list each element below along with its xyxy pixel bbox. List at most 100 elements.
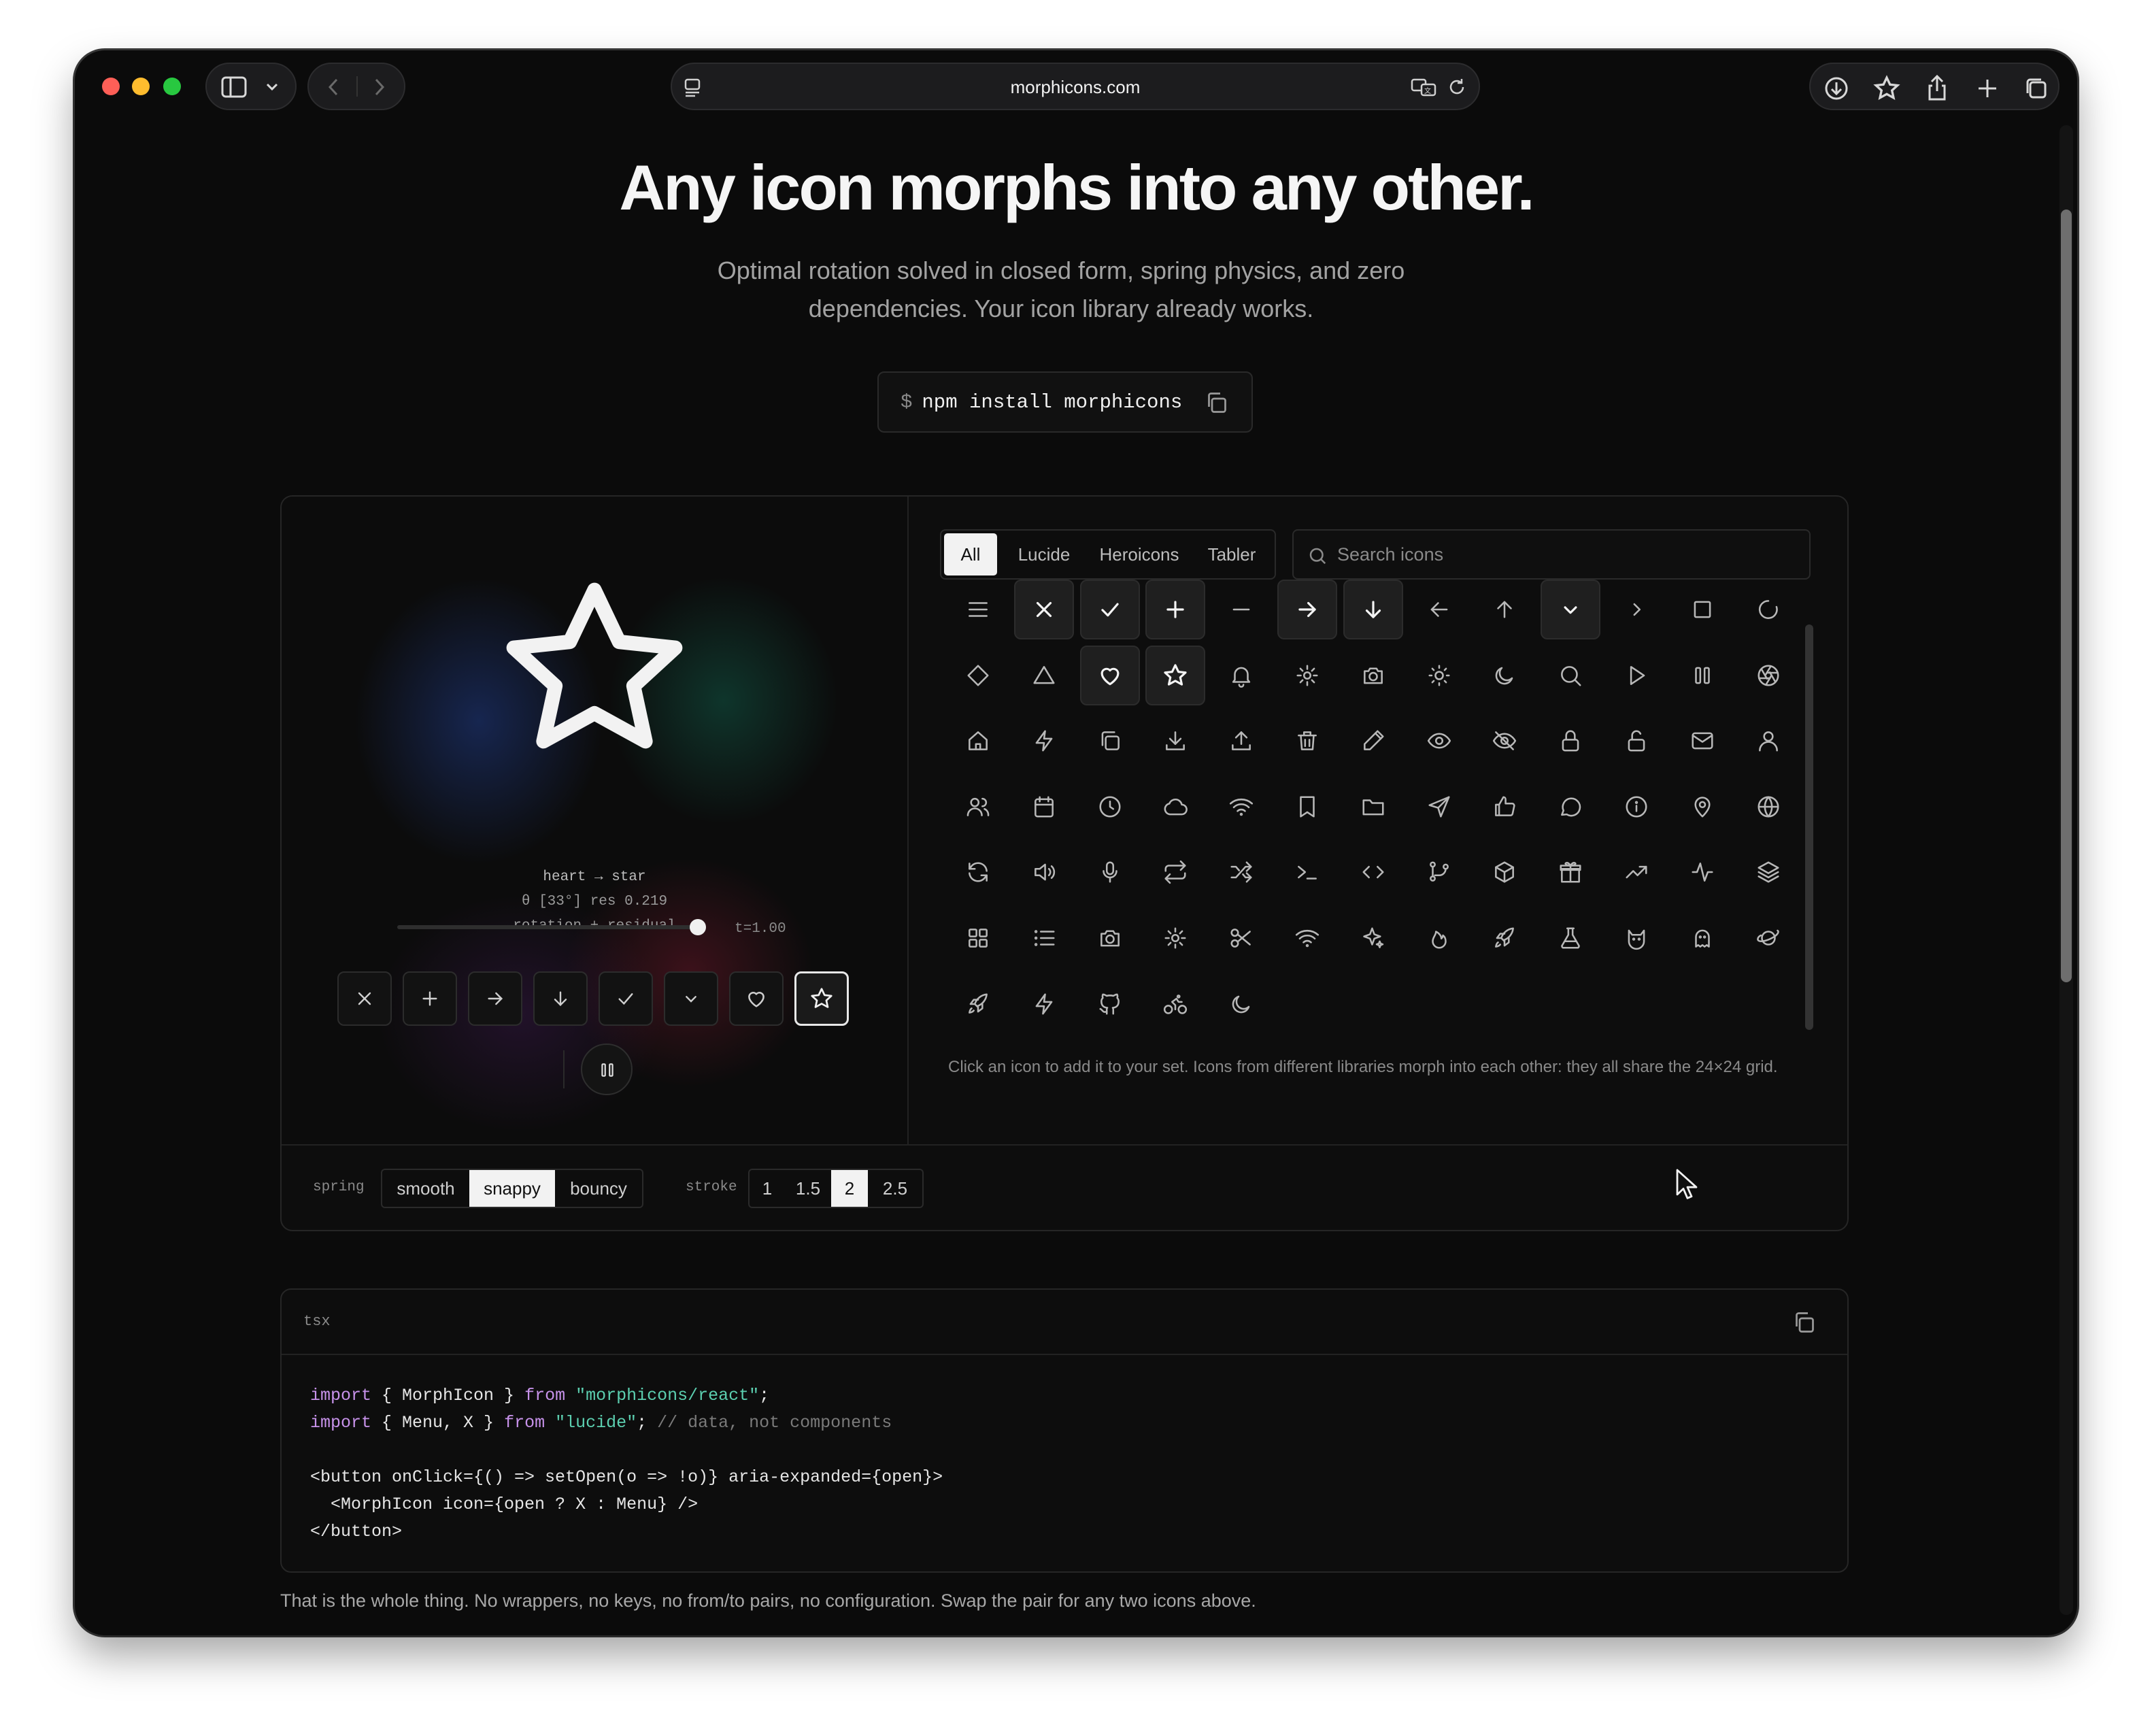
set-chip-plus[interactable] [403,971,457,1026]
grid-cell-arrow-right[interactable] [1277,580,1337,639]
grid-cell-refresh[interactable] [948,842,1008,902]
grid-cell-copy[interactable] [1080,711,1140,771]
search-input[interactable]: Search icons [1337,544,1443,565]
grid-cell-globe[interactable] [1738,777,1798,837]
grid-cell-check[interactable] [1079,580,1140,639]
grid-cell-x[interactable] [1013,580,1074,639]
grid-cell-aperture[interactable] [1738,646,1798,705]
forward-icon[interactable] [370,76,389,98]
page-scrollbar-thumb[interactable] [2061,210,2072,982]
grid-cell-send[interactable] [1409,777,1469,837]
stroke-option-1[interactable]: 1 [750,1170,785,1207]
grid-cell-arrow-left[interactable] [1409,580,1469,639]
url-text[interactable]: morphicons.com [672,77,1479,98]
zoom-window-button[interactable] [163,78,181,95]
spring-option-smooth[interactable]: smooth [382,1170,469,1207]
grid-cell-wifi[interactable] [1211,777,1271,837]
install-command[interactable]: $ npm install morphicons [901,391,1182,414]
grid-cell-box[interactable] [1475,842,1534,902]
stroke-option-1-5[interactable]: 1.5 [785,1170,831,1207]
grid-cell-flame[interactable] [1409,908,1469,968]
grid-cell-users[interactable] [948,777,1008,837]
grid-cell-moon[interactable] [1475,646,1534,705]
grid-cell-sparkles[interactable] [1343,908,1403,968]
tab-tabler[interactable]: Tabler [1190,533,1273,575]
grid-cell-arrow-down[interactable] [1343,580,1403,639]
grid-cell-camera[interactable] [1343,646,1403,705]
grid-cell-eye[interactable] [1409,711,1469,771]
close-window-button[interactable] [102,78,120,95]
grid-cell-github[interactable] [1080,974,1140,1034]
grid-cell-chevron-right[interactable] [1607,580,1666,639]
grid-cell-eye-off[interactable] [1475,711,1534,771]
grid-cell-list[interactable] [1014,908,1074,968]
set-chip-x[interactable] [337,971,392,1026]
back-icon[interactable] [324,76,343,98]
grid-cell-moon[interactable] [1211,974,1271,1034]
stroke-option-2[interactable]: 2 [831,1170,868,1207]
icon-grid-scrollbar[interactable] [1805,624,1813,1030]
spring-option-bouncy[interactable]: bouncy [555,1170,642,1207]
grid-cell-layers[interactable] [1738,842,1798,902]
grid-cell-bell[interactable] [1211,646,1271,705]
minimize-window-button[interactable] [132,78,150,95]
grid-cell-loader[interactable] [1738,580,1798,639]
tab-all[interactable]: All [944,533,997,575]
copy-icon[interactable] [1792,1310,1816,1335]
grid-cell-lock[interactable] [1541,711,1600,771]
grid-cell-flask[interactable] [1541,908,1600,968]
grid-cell-cat[interactable] [1607,908,1666,968]
share-icon[interactable] [1923,73,1951,102]
grid-cell-ghost[interactable] [1672,908,1732,968]
tab-heroicons[interactable]: Heroicons [1088,533,1190,575]
grid-cell-message[interactable] [1541,777,1600,837]
grid-cell-bookmark[interactable] [1277,777,1337,837]
grid-cell-play[interactable] [1607,646,1666,705]
grid-cell-git-branch[interactable] [1409,842,1469,902]
grid-cell-clock[interactable] [1080,777,1140,837]
grid-cell-rocket[interactable] [1475,908,1534,968]
grid-cell-thumbs-up[interactable] [1475,777,1534,837]
grid-cell-gift[interactable] [1541,842,1600,902]
grid-cell-scissors[interactable] [1211,908,1271,968]
grid-cell-triangle[interactable] [1014,646,1074,705]
translate-icon[interactable]: 文 [1411,78,1438,98]
grid-cell-minus[interactable] [1211,580,1271,639]
grid-cell-trending[interactable] [1607,842,1666,902]
grid-cell-sun[interactable] [1409,646,1469,705]
grid-cell-zap[interactable] [1014,974,1074,1034]
set-chip-arrow-right[interactable] [468,971,522,1026]
grid-cell-mail[interactable] [1672,711,1732,771]
grid-cell-rocket[interactable] [948,974,1008,1034]
grid-cell-activity[interactable] [1672,842,1732,902]
download-icon[interactable] [1823,75,1850,102]
grid-cell-menu[interactable] [948,580,1008,639]
grid-cell-terminal[interactable] [1277,842,1337,902]
stroke-option-2-5[interactable]: 2.5 [868,1170,922,1207]
grid-cell-bike[interactable] [1145,974,1205,1034]
grid-cell-pause[interactable] [1672,646,1732,705]
grid-cell-unlock[interactable] [1607,711,1666,771]
copy-icon[interactable] [1204,390,1228,415]
code-body[interactable]: import { MorphIcon } from "morphicons/re… [310,1382,943,1546]
grid-cell-upload[interactable] [1211,711,1271,771]
set-chip-star[interactable] [794,971,849,1026]
grid-cell-folder[interactable] [1343,777,1403,837]
tab-overview-icon[interactable] [2023,75,2050,102]
grid-cell-chevron-down[interactable] [1541,580,1601,639]
grid-cell-user[interactable] [1738,711,1798,771]
grid-cell-trash[interactable] [1277,711,1337,771]
set-chip-chevron-down[interactable] [664,971,718,1026]
grid-cell-planet[interactable] [1738,908,1798,968]
grid-cell-star[interactable] [1145,645,1206,705]
grid-cell-code[interactable] [1343,842,1403,902]
sidebar-toggle-button[interactable] [205,63,297,110]
grid-cell-heart[interactable] [1079,645,1140,705]
grid-cell-cloud[interactable] [1145,777,1205,837]
grid-cell-settings[interactable] [1277,646,1337,705]
grid-cell-repeat[interactable] [1145,842,1205,902]
grid-cell-info[interactable] [1607,777,1666,837]
bookmark-star-icon[interactable] [1873,75,1900,102]
grid-cell-home[interactable] [948,711,1008,771]
grid-cell-download[interactable] [1145,711,1205,771]
